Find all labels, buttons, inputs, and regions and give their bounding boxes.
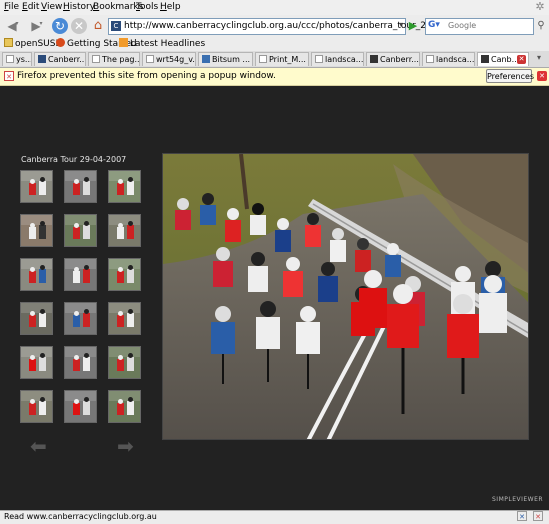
bookmark-label: Latest Headlines xyxy=(130,39,206,49)
thumbnail[interactable] xyxy=(108,170,141,203)
thumbnail[interactable] xyxy=(20,214,53,247)
tab-label: Canberr... xyxy=(48,55,86,64)
tab-label: landsca... xyxy=(325,55,364,64)
bookmark-latest-headlines[interactable]: Latest Headlines xyxy=(119,38,205,49)
thumbnail[interactable] xyxy=(20,258,53,291)
menu-bar: File Edit View History Bookmarks Tools H… xyxy=(0,0,549,15)
preferences-button[interactable]: Preferences xyxy=(486,69,534,83)
folder-icon xyxy=(4,38,13,47)
forward-dropdown-icon[interactable]: ▾ xyxy=(38,21,44,27)
menu-view[interactable]: View xyxy=(41,2,62,12)
url-input[interactable]: C http://www.canberracyclingclub.org.au/… xyxy=(108,18,494,35)
tab[interactable]: The pag... xyxy=(88,52,140,66)
thumbnail[interactable] xyxy=(20,170,53,203)
tab[interactable]: Canberr... xyxy=(34,52,86,66)
previous-arrow-icon[interactable]: ⬅ xyxy=(30,436,47,456)
site-favicon-icon xyxy=(481,55,489,63)
popup-blocked-status-icon[interactable]: ✕ xyxy=(533,511,543,521)
tab[interactable]: landsca... xyxy=(422,52,475,66)
tab[interactable]: ys... xyxy=(2,52,32,66)
menu-edit[interactable]: Edit xyxy=(22,2,39,12)
site-favicon-icon: C xyxy=(111,21,121,31)
site-favicon-icon xyxy=(370,55,378,63)
tab-strip: ys... Canberr... The pag... wrt54g_v... … xyxy=(0,51,549,68)
page-icon xyxy=(259,55,267,63)
thumbnail[interactable] xyxy=(108,214,141,247)
status-bar: Read www.canberracyclingclub.org.au xyxy=(0,510,549,524)
back-dropdown-icon[interactable]: ▾ xyxy=(14,21,20,27)
viewer-logo: SIMPLEVIEWER xyxy=(492,496,544,503)
menu-history[interactable]: History xyxy=(63,2,95,12)
thumbnail[interactable] xyxy=(20,346,53,379)
thumbnail[interactable] xyxy=(64,390,97,423)
gallery-title: Canberra Tour 29-04-2007 xyxy=(21,155,127,164)
tab[interactable]: Bitsum ... xyxy=(198,52,253,66)
menu-tools[interactable]: Tools xyxy=(136,2,158,12)
page-icon xyxy=(315,55,323,63)
thumbnail[interactable] xyxy=(64,170,97,203)
page-icon xyxy=(92,55,100,63)
tab-label: landsca... xyxy=(436,55,475,64)
main-photo[interactable] xyxy=(162,153,529,440)
tab-label: Bitsum ... xyxy=(212,55,251,64)
thumbnail[interactable] xyxy=(64,302,97,335)
close-tab-icon[interactable]: ✕ xyxy=(517,55,526,64)
popup-blocked-notification: ✕ Firefox prevented this site from openi… xyxy=(0,68,549,86)
tab[interactable]: landsca... xyxy=(311,52,364,66)
site-favicon-icon xyxy=(202,55,210,63)
thumbnail[interactable] xyxy=(64,258,97,291)
tab-label: The pag... xyxy=(102,55,140,64)
thumbnail[interactable] xyxy=(108,258,141,291)
thumbnail[interactable] xyxy=(108,302,141,335)
search-box[interactable]: G▾ xyxy=(425,18,534,35)
site-favicon-icon xyxy=(38,55,46,63)
tab-active[interactable]: Canb... ✕ xyxy=(477,52,529,66)
thumbnail[interactable] xyxy=(64,346,97,379)
thumbnail[interactable] xyxy=(20,302,53,335)
search-engine-icon[interactable]: G▾ xyxy=(428,20,440,30)
thumbnail[interactable] xyxy=(64,214,97,247)
menu-help[interactable]: Help xyxy=(160,2,181,12)
rss-icon xyxy=(119,38,128,47)
page-icon xyxy=(6,55,14,63)
url-dropdown-icon[interactable]: ▾ xyxy=(399,20,403,29)
bookmark-label: openSUSE xyxy=(15,39,62,49)
reload-icon[interactable]: ↻ xyxy=(52,18,68,34)
bookmarks-toolbar: openSUSE Getting Started Latest Headline… xyxy=(0,37,549,51)
status-page-icon[interactable]: ✕ xyxy=(517,511,527,521)
search-magnifier-icon[interactable]: ⚲ xyxy=(535,18,547,33)
tab-list-dropdown-icon[interactable]: ▾ xyxy=(537,53,541,62)
next-arrow-icon[interactable]: ➡ xyxy=(117,436,134,456)
tab-label: Canb... xyxy=(491,55,520,64)
page-icon xyxy=(426,55,434,63)
home-icon[interactable]: ⌂ xyxy=(90,18,106,34)
stop-icon[interactable]: ✕ xyxy=(71,18,87,34)
close-notification-icon[interactable]: ✕ xyxy=(537,71,547,81)
notification-text: Firefox prevented this site from opening… xyxy=(17,71,276,81)
tab-label: Print_M... xyxy=(269,55,306,64)
tab-label: wrt54g_v... xyxy=(156,55,196,64)
throbber-icon: ✲ xyxy=(535,0,545,13)
thumbnail[interactable] xyxy=(108,390,141,423)
popup-blocked-icon: ✕ xyxy=(4,71,14,81)
search-input[interactable] xyxy=(448,20,528,31)
tab[interactable]: wrt54g_v... xyxy=(142,52,196,66)
status-text: Read www.canberracyclingclub.org.au xyxy=(4,512,157,521)
tab-label: Canberr... xyxy=(380,55,419,64)
page-icon xyxy=(146,55,154,63)
tab[interactable]: Canberr... xyxy=(366,52,420,66)
tab[interactable]: Print_M... xyxy=(255,52,309,66)
menu-file[interactable]: File xyxy=(4,2,19,12)
tab-label: ys... xyxy=(16,55,32,64)
bookmark-opensuse[interactable]: openSUSE xyxy=(4,38,61,49)
firefox-icon xyxy=(56,38,65,47)
thumbnail[interactable] xyxy=(20,390,53,423)
cycling-peloton-photo xyxy=(163,154,528,439)
thumbnail[interactable] xyxy=(108,346,141,379)
go-arrow-icon[interactable]: ▶ xyxy=(406,18,420,33)
